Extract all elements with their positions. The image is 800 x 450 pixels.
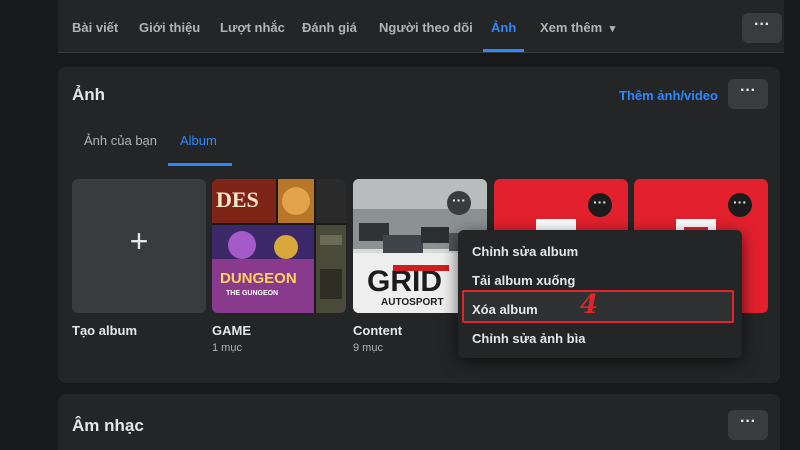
tab-reviews[interactable]: Đánh giá bbox=[302, 0, 357, 52]
add-photo-video-link[interactable]: Thêm ảnh/video bbox=[619, 88, 718, 103]
subtab-your-photos[interactable]: Ảnh của bạn bbox=[84, 133, 157, 148]
active-subtab-indicator bbox=[168, 163, 232, 166]
tab-posts[interactable]: Bài viết bbox=[72, 0, 118, 52]
tab-about[interactable]: Giới thiệu bbox=[139, 0, 200, 52]
step-number-annotation: 4 bbox=[580, 290, 599, 320]
album-name-content[interactable]: Content bbox=[353, 323, 402, 338]
album-options-button[interactable]: ··· bbox=[447, 191, 471, 215]
game-title-text: DES bbox=[216, 187, 259, 212]
create-album-tile[interactable]: + bbox=[72, 179, 206, 313]
menu-item-download-album[interactable]: Tải album xuống bbox=[472, 273, 575, 288]
see-more-label: Xem thêm bbox=[540, 20, 603, 35]
subtab-albums[interactable]: Album bbox=[180, 133, 217, 148]
photos-options-button[interactable]: ··· bbox=[728, 79, 768, 109]
album-name-game[interactable]: GAME bbox=[212, 323, 251, 338]
music-options-button[interactable]: ··· bbox=[728, 410, 768, 440]
plus-icon: + bbox=[129, 223, 149, 259]
game-subtitle-text: THE GUNGEON bbox=[226, 290, 278, 297]
profile-nav-bar: Bài viết Giới thiệu Lượt nhắc Đánh giá N… bbox=[58, 0, 784, 53]
autosport-text: AUTOSPORT bbox=[381, 297, 444, 308]
photos-title: Ảnh bbox=[72, 85, 106, 104]
nav-options-button[interactable]: ··· bbox=[742, 13, 782, 43]
album-count-content: 9 mục bbox=[353, 342, 383, 354]
tab-followers[interactable]: Người theo dõi bbox=[379, 0, 473, 52]
album-options-button[interactable]: ··· bbox=[588, 193, 612, 217]
music-title: Âm nhạc bbox=[72, 416, 144, 435]
create-album-label[interactable]: Tạo album bbox=[72, 323, 137, 338]
album-tile-game[interactable]: DES DUNGEON THE GUNGEON bbox=[212, 179, 346, 313]
game-collage-image: DES DUNGEON THE GUNGEON bbox=[212, 179, 346, 313]
album-count-game: 1 mục bbox=[212, 342, 242, 354]
tab-see-more[interactable]: Xem thêm ▾ bbox=[540, 0, 615, 52]
music-panel: Âm nhạc ··· bbox=[58, 394, 780, 450]
tab-photos[interactable]: Ảnh bbox=[482, 0, 525, 52]
tab-mentions[interactable]: Lượt nhắc bbox=[220, 0, 285, 52]
game-dungeon-text: DUNGEON bbox=[220, 270, 297, 287]
menu-item-edit-album[interactable]: Chỉnh sửa album bbox=[472, 244, 578, 259]
chevron-down-icon: ▾ bbox=[609, 23, 616, 35]
menu-item-edit-cover-photo[interactable]: Chỉnh sửa ảnh bìa bbox=[472, 331, 585, 346]
album-options-button[interactable]: ··· bbox=[728, 193, 752, 217]
